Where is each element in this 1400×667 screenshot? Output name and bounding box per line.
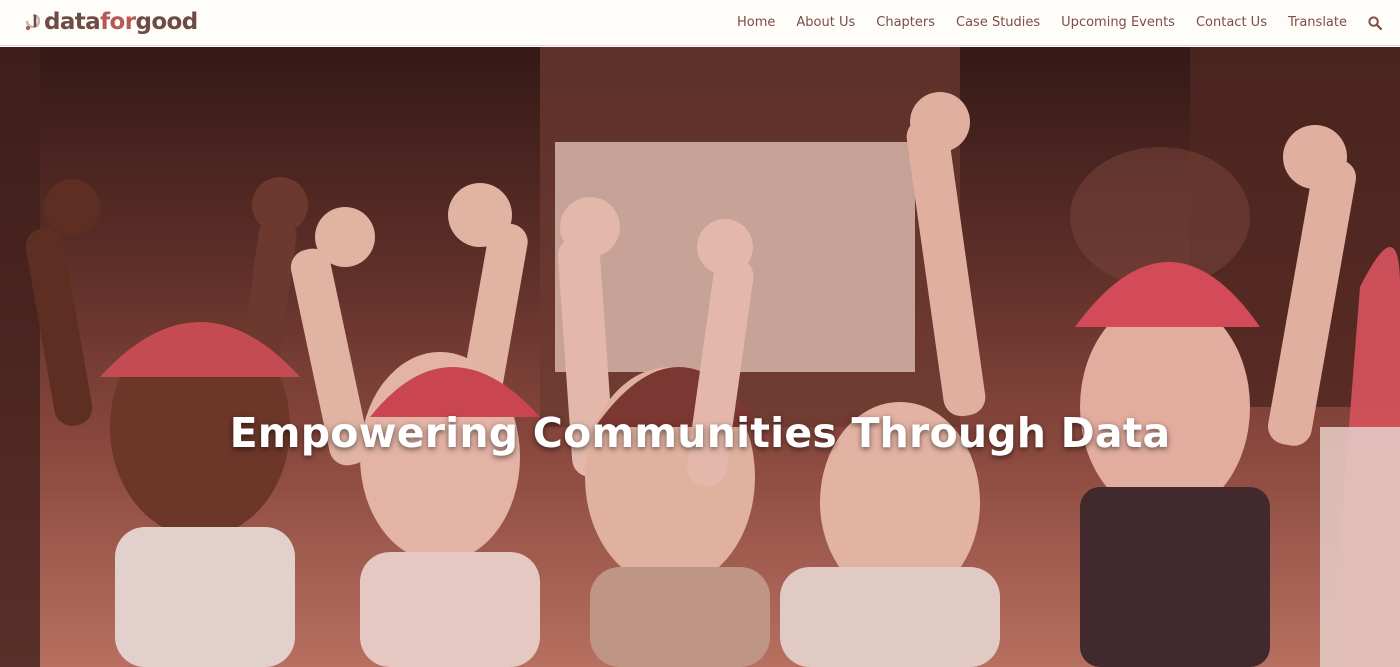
logo-word-data: data — [44, 9, 101, 35]
search-icon[interactable] — [1368, 15, 1382, 30]
logo-word-good: good — [135, 9, 198, 35]
nav-upcoming-events[interactable]: Upcoming Events — [1061, 15, 1175, 30]
hero-title: Empowering Communities Through Data — [229, 409, 1171, 457]
hero-banner: Empowering Communities Through Data — [0, 47, 1400, 667]
logo-wordmark: dataforgood — [44, 11, 198, 34]
nav-translate[interactable]: Translate — [1288, 15, 1347, 30]
site-logo[interactable]: dataforgood — [24, 11, 198, 34]
logo-mark-icon — [25, 13, 40, 30]
hero-overlay — [0, 47, 1400, 667]
nav-case-studies[interactable]: Case Studies — [956, 15, 1040, 30]
nav-home[interactable]: Home — [737, 15, 775, 30]
nav-contact-us[interactable]: Contact Us — [1196, 15, 1267, 30]
site-header: dataforgood Home About Us Chapters Case … — [0, 0, 1400, 46]
nav-about-us[interactable]: About Us — [796, 15, 855, 30]
main-nav: Home About Us Chapters Case Studies Upco… — [716, 15, 1382, 30]
nav-chapters[interactable]: Chapters — [876, 15, 935, 30]
logo-word-for: for — [100, 9, 136, 35]
